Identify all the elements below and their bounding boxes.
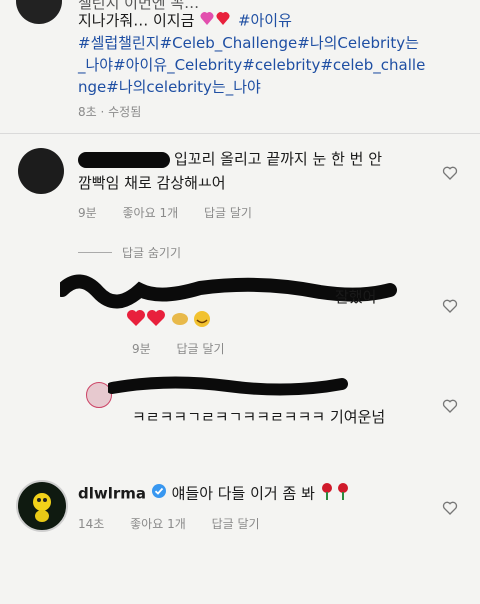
final-comment-likes[interactable]: 좋아요 1개 <box>130 517 186 531</box>
caption-line-1: 지나가줘… 이지금 #아이유 <box>78 9 292 33</box>
reply-emojis <box>126 308 216 332</box>
comment-time: 9분 <box>78 206 97 220</box>
verified-badge-icon <box>151 483 167 505</box>
final-comment-text: 얘들아 다들 이거 좀 봐 <box>171 484 315 503</box>
final-comment-actions: 14초 좋아요 1개 답글 달기 <box>78 515 282 532</box>
caption-meta: 8초 · 수정됨 <box>78 105 142 119</box>
reply2-text: ㅋㄹㅋㅋㄱㄹㅋㄱㅋㅋㄹㅋㅋㅋ 기여운넘 <box>132 408 386 426</box>
poster-avatar[interactable] <box>16 0 62 24</box>
comment-likes[interactable]: 좋아요 1개 <box>123 206 179 220</box>
comment-text-line-1: 입꼬리 올리고 끝까지 눈 한 번 안 <box>174 150 383 168</box>
heart-icon[interactable] <box>442 398 458 414</box>
caption-divider <box>0 133 480 134</box>
dlwlrma-avatar[interactable] <box>16 480 68 532</box>
comment-reply-button[interactable]: 답글 달기 <box>204 206 252 220</box>
hide-replies-line <box>78 252 112 253</box>
reply-time: 9분 <box>132 342 151 356</box>
final-comment-reply-button[interactable]: 답글 달기 <box>212 517 260 531</box>
caption-hashtags-line-3[interactable]: _나야#아이유_Celebrity#celebrity#celeb_challe <box>78 54 425 76</box>
username[interactable]: dlwlrma <box>78 485 146 503</box>
caption-hashtags-line-2[interactable]: #셀럽챌린지#Celeb_Challenge#나의Celebrity는 <box>78 32 419 54</box>
reply-avatar-scribble <box>55 270 460 314</box>
caption-text: 지나가줘… 이지금 <box>78 11 195 30</box>
redacted-username <box>78 152 170 168</box>
reply-text: 잘했어 <box>335 288 377 306</box>
commenter-avatar[interactable] <box>18 148 64 194</box>
reply-actions: 9분 답글 달기 <box>132 340 247 357</box>
reply-reply-button[interactable]: 답글 달기 <box>177 342 225 356</box>
hashtag-iu[interactable]: #아이유 <box>238 12 292 30</box>
rose-icon <box>320 482 352 506</box>
comment-text-line-2: 깜빡임 채로 감상해ㅛ어 <box>78 174 226 192</box>
heart-icon[interactable] <box>442 500 458 516</box>
hide-replies-button[interactable]: 답글 숨기기 <box>122 244 181 261</box>
comment-actions: 9분 좋아요 1개 답글 달기 <box>78 204 274 221</box>
hearts-emoji <box>199 9 233 33</box>
caption-hashtags-line-4[interactable]: nge#나의celebrity는_나야 <box>78 76 261 98</box>
heart-icon[interactable] <box>442 165 458 181</box>
final-comment-time: 14초 <box>78 517 105 531</box>
redacted-username-2 <box>106 372 348 406</box>
final-comment-line: dlwlrma 얘들아 다들 이거 좀 봐 <box>78 482 352 506</box>
heart-icon[interactable] <box>442 298 458 314</box>
